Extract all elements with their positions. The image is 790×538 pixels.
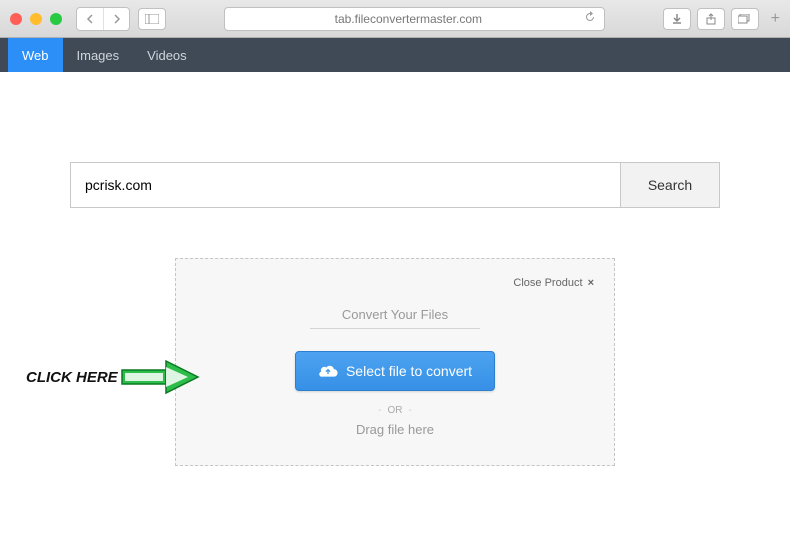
browser-toolbar: tab.fileconvertermaster.com + — [0, 0, 790, 38]
tab-label: Images — [77, 48, 120, 63]
window-maximize-button[interactable] — [50, 13, 62, 25]
toolbar-right — [663, 8, 759, 30]
window-close-button[interactable] — [10, 13, 22, 25]
close-product-label: Close Product — [513, 277, 582, 289]
window-minimize-button[interactable] — [30, 13, 42, 25]
nav-back-forward — [76, 7, 130, 31]
tab-images[interactable]: Images — [63, 38, 134, 72]
search-row: Search — [70, 162, 720, 208]
sidebar-toggle-button[interactable] — [138, 8, 166, 30]
page-nav-tabs: Web Images Videos — [0, 38, 790, 72]
reload-icon[interactable] — [584, 11, 596, 26]
converter-title: Convert Your Files — [310, 307, 480, 329]
close-icon: × — [588, 277, 594, 289]
new-tab-button[interactable]: + — [771, 10, 780, 28]
tab-label: Videos — [147, 48, 187, 63]
cloud-upload-icon — [318, 363, 338, 380]
page-content: Search Close Product × Convert Your File… — [0, 72, 790, 538]
select-file-button[interactable]: Select file to convert — [295, 351, 495, 391]
drag-file-label: Drag file here — [196, 422, 594, 437]
arrow-icon — [120, 357, 200, 397]
close-product-link[interactable]: Close Product × — [196, 277, 594, 289]
tabs-button[interactable] — [731, 8, 759, 30]
click-here-text: CLICK HERE — [26, 369, 118, 386]
back-button[interactable] — [77, 8, 103, 30]
converter-widget: Close Product × Convert Your Files Selec… — [175, 258, 615, 466]
forward-button[interactable] — [103, 8, 129, 30]
or-divider: OR — [196, 405, 594, 416]
search-button[interactable]: Search — [620, 162, 720, 208]
tab-web[interactable]: Web — [8, 38, 63, 72]
tab-videos[interactable]: Videos — [133, 38, 201, 72]
window-controls — [10, 13, 62, 25]
tab-label: Web — [22, 48, 49, 63]
share-button[interactable] — [697, 8, 725, 30]
click-here-callout: CLICK HERE — [26, 357, 200, 397]
downloads-button[interactable] — [663, 8, 691, 30]
select-file-label: Select file to convert — [346, 363, 472, 379]
url-text: tab.fileconvertermaster.com — [233, 12, 584, 26]
address-bar[interactable]: tab.fileconvertermaster.com — [224, 7, 605, 31]
search-input[interactable] — [70, 162, 620, 208]
